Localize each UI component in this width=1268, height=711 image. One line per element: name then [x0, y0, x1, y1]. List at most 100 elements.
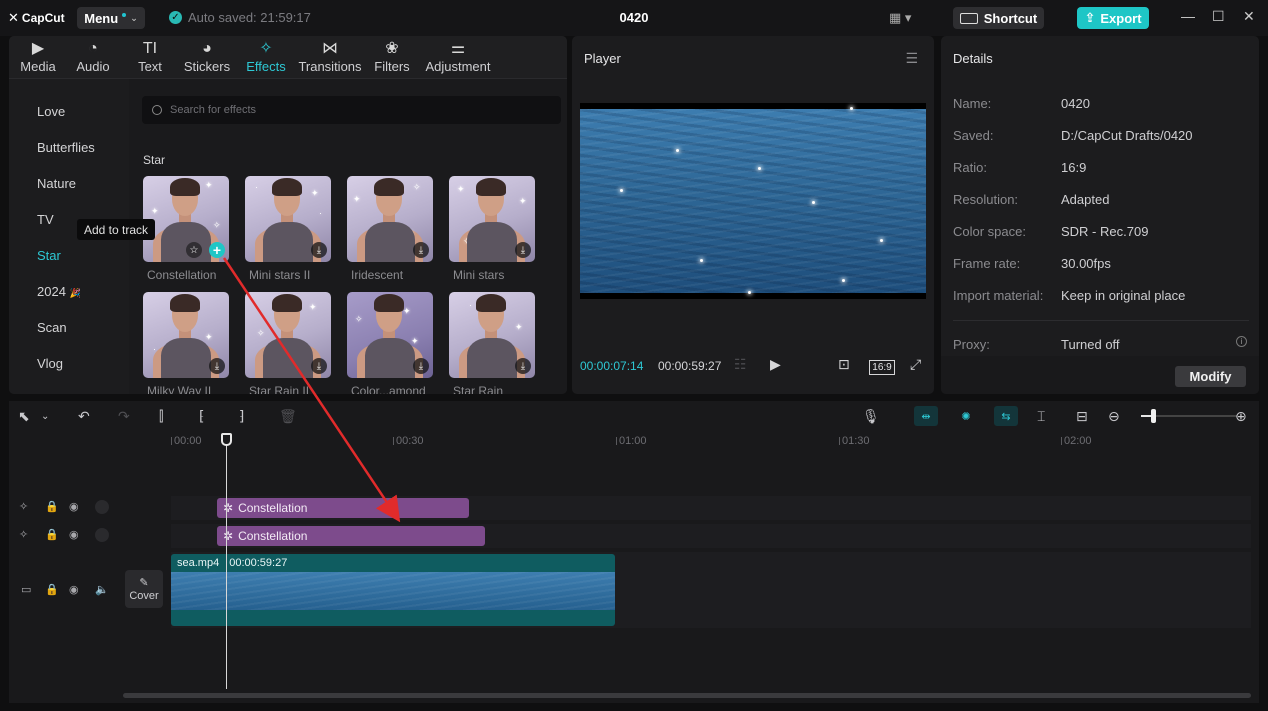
effect-clip-icon: ✲ — [223, 501, 234, 515]
category-2024[interactable]: 2024 🎉 — [37, 284, 81, 299]
layout-icon[interactable]: ▦ ▾ — [889, 10, 911, 26]
timeline-grid-icon[interactable]: ☷ — [734, 356, 747, 373]
speaker-icon[interactable]: 🔈 — [95, 583, 109, 596]
lock-icon[interactable]: 🔒 — [45, 528, 59, 541]
category-tv[interactable]: TV — [37, 212, 54, 227]
eye-icon[interactable]: ◉ — [69, 528, 79, 541]
zoom-fit-icon[interactable]: ⊟ — [1076, 408, 1088, 425]
category-scan[interactable]: Scan — [37, 320, 67, 335]
section-title: Star — [143, 153, 166, 167]
add-to-track-button[interactable]: + — [209, 242, 225, 258]
shortcut-button[interactable]: Shortcut — [953, 7, 1044, 29]
modify-button[interactable]: Modify — [1175, 366, 1246, 387]
tab-text[interactable]: TI Text — [133, 39, 167, 74]
download-icon[interactable]: ⤓ — [413, 242, 429, 258]
play-button[interactable]: ▶ — [770, 356, 781, 373]
category-vlog[interactable]: Vlog — [37, 356, 63, 371]
export-button[interactable]: ⇪ Export — [1077, 7, 1149, 29]
video-preview[interactable] — [580, 103, 926, 299]
main-track-magnet-icon[interactable]: ⇹ — [914, 406, 938, 426]
tab-transitions[interactable]: ⋈ Transitions — [297, 39, 363, 74]
effects-icon: ✧ — [259, 40, 273, 57]
chevron-down-icon[interactable]: ⌄ — [41, 411, 49, 422]
close-icon[interactable]: ✕ — [1243, 8, 1255, 25]
effect-thumbnail-iridescent[interactable]: ✦✧✦ ⤓ — [347, 176, 433, 262]
search-input[interactable]: Search for effects — [142, 96, 561, 124]
download-icon[interactable]: ⤓ — [413, 358, 429, 374]
effect-thumbnail-mini-stars-ii[interactable]: ·✦✧· ⤓ — [245, 176, 331, 262]
preview-axis-icon[interactable]: ⌶ — [1037, 408, 1045, 425]
tab-adjustment[interactable]: ⚌ Adjustment — [423, 39, 493, 74]
adjustment-icon: ⚌ — [450, 40, 466, 57]
effect-thumbnail-color-diamond[interactable]: ✦ ✦ ✧ ⤓ — [347, 292, 433, 378]
media-icon: ▶ — [31, 40, 45, 57]
tab-audio[interactable]: ◔ Audio — [73, 39, 113, 74]
effect-clip-constellation[interactable]: ✲ Constellation — [217, 526, 485, 546]
zoom-in-icon[interactable]: ⊕ — [1235, 408, 1247, 425]
effect-clip-constellation[interactable]: ✲ Constellation — [217, 498, 469, 518]
horizontal-scrollbar[interactable] — [123, 693, 1251, 698]
aspect-ratio-button[interactable]: 16:9 — [869, 360, 895, 375]
effect-thumbnail-milky-way-ii[interactable]: ✦ · ⤓ — [143, 292, 229, 378]
effect-thumbnail-constellation[interactable]: ✦ ✦ ✧ ☆ + — [143, 176, 229, 262]
zoom-slider-handle[interactable] — [1151, 409, 1156, 423]
tab-stickers[interactable]: ◕ Stickers — [183, 39, 231, 74]
select-tool-icon[interactable]: ⬉ — [18, 408, 30, 425]
effect-label: Mini stars II — [249, 268, 311, 282]
zoom-out-icon[interactable]: ⊖ — [1108, 408, 1120, 425]
undo-icon[interactable]: ↶ — [78, 408, 90, 425]
microphone-icon[interactable]: 🎙 — [862, 408, 880, 425]
eye-icon[interactable]: ◉ — [69, 583, 79, 596]
minimize-icon[interactable]: — — [1181, 8, 1195, 24]
download-icon[interactable]: ⤓ — [311, 242, 327, 258]
timeline[interactable]: 00:00 00:30 01:00 01:30 02:00 ✧ 🔒 ◉ ✲ Con… — [9, 431, 1259, 703]
fullscreen-icon[interactable]: ⤢ — [910, 356, 921, 373]
search-icon — [152, 105, 162, 115]
track-controls: ▭ 🔒 ◉ 🔈 — [13, 581, 113, 601]
menu-button[interactable]: Menu ⌄ — [77, 7, 145, 29]
cover-button[interactable]: ✎ Cover — [125, 570, 163, 608]
info-icon[interactable]: i — [1236, 336, 1247, 347]
eye-icon[interactable]: ◉ — [69, 500, 79, 513]
menu-icon[interactable]: ☰ — [905, 50, 918, 67]
download-icon[interactable]: ⤓ — [515, 358, 531, 374]
lock-icon[interactable]: 🔒 — [45, 583, 59, 596]
effects-panel: ▶ Media ◔ Audio TI Text ◕ Stickers ✧ Effects … — [9, 36, 567, 394]
split-right-icon[interactable]: ⁆ — [239, 408, 244, 425]
zoom-slider-fill — [1141, 415, 1151, 417]
maximize-icon[interactable]: ☐ — [1212, 8, 1225, 25]
track-controls: ✧ 🔒 ◉ — [13, 526, 113, 546]
clip-header: sea.mp4 00:00:59:27 — [177, 557, 288, 569]
linkage-icon[interactable]: ⇆ — [994, 406, 1018, 426]
favorite-icon[interactable]: ☆ — [186, 242, 202, 258]
category-butterflies[interactable]: Butterflies — [37, 140, 95, 155]
effect-clip-icon: ✲ — [223, 529, 234, 543]
effect-thumbnail-star-rain[interactable]: ✦ · ⤓ — [449, 292, 535, 378]
title-bar: ✕ CapCut Menu ⌄ ✓ Auto saved: 21:59:17 0420… — [0, 0, 1268, 36]
effect-label: Star Rain II — [249, 384, 310, 394]
stickers-icon: ◕ — [202, 40, 212, 57]
playhead[interactable] — [226, 439, 227, 689]
auto-snap-icon[interactable]: ✺ — [954, 406, 978, 426]
audio-icon: ◔ — [88, 40, 98, 57]
category-love[interactable]: Love — [37, 104, 65, 119]
player-panel: Player ☰ 00:00:07:14 00:00:59:27 ☷ ▶ ⊡ 1… — [572, 36, 934, 394]
effect-thumbnail-star-rain-ii[interactable]: ✦ ✧ ⤓ — [245, 292, 331, 378]
category-star[interactable]: Star — [37, 248, 61, 263]
video-clip-sea[interactable]: sea.mp4 00:00:59:27 — [171, 554, 615, 626]
tab-media[interactable]: ▶ Media — [18, 39, 58, 74]
tab-effects[interactable]: ✧ Effects — [243, 39, 289, 74]
timeline-toolbar: ⬉ ⌄ ↶ ↷ ⫿ ⁅ ⁆ 🗑 🎙 ⇹ ✺ ⇆ ⌶ ⊟ ⊖ ⊕ — [9, 401, 1259, 431]
ruler-label: 02:00 — [1064, 435, 1092, 447]
lock-icon[interactable]: 🔒 — [45, 500, 59, 513]
split-icon[interactable]: ⫿ — [159, 408, 163, 425]
split-left-icon[interactable]: ⁅ — [199, 408, 204, 425]
download-icon[interactable]: ⤓ — [209, 358, 225, 374]
download-icon[interactable]: ⤓ — [515, 242, 531, 258]
category-nature[interactable]: Nature — [37, 176, 76, 191]
fit-frame-icon[interactable]: ⊡ — [838, 356, 850, 373]
download-icon[interactable]: ⤓ — [311, 358, 327, 374]
playhead-handle[interactable] — [221, 433, 232, 446]
tab-filters[interactable]: ❀ Filters — [373, 39, 411, 74]
effect-thumbnail-mini-stars[interactable]: ✦✦✧ ⤓ — [449, 176, 535, 262]
